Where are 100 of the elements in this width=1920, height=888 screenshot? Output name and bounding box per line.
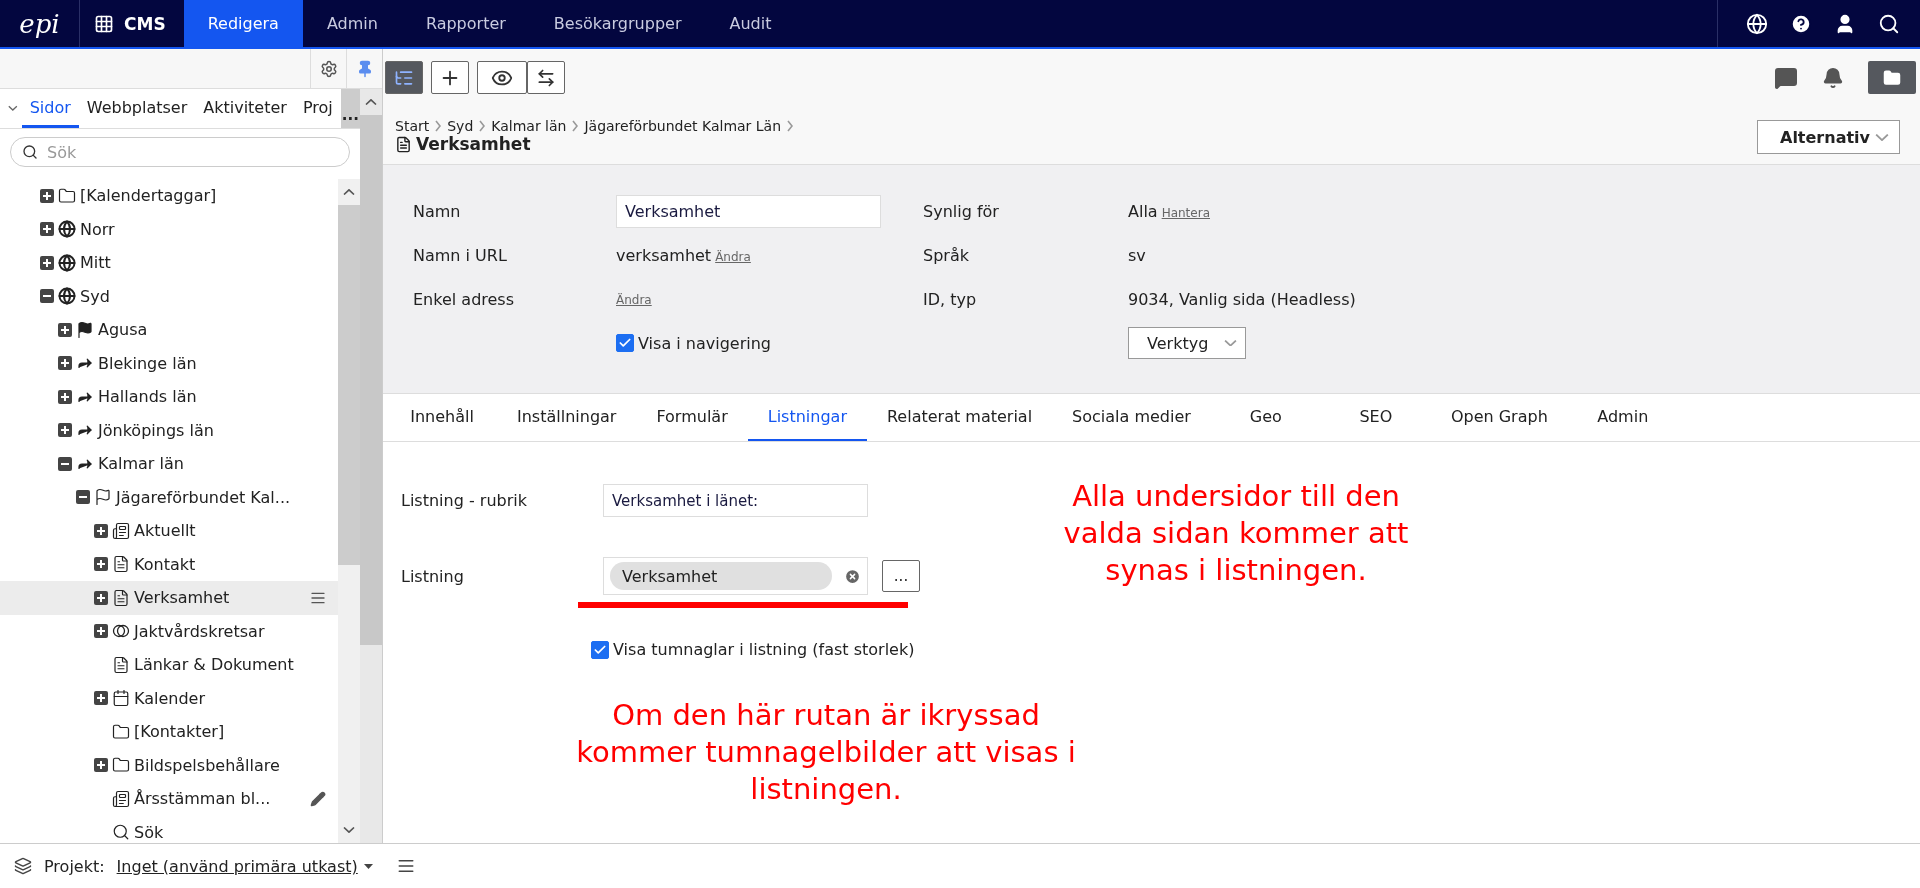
collapse-icon[interactable] — [58, 456, 72, 471]
globe-icon — [58, 253, 76, 272]
project-link[interactable]: Inget (använd primära utkast) — [116, 856, 358, 876]
search-field[interactable]: Sök — [10, 137, 350, 167]
change-link[interactable]: Ändra — [616, 293, 652, 307]
tree-item[interactable]: [Kontakter] — [0, 715, 338, 749]
breadcrumb-link[interactable]: Jägareförbundet Kalmar Län — [584, 118, 782, 134]
expand-icon[interactable] — [94, 590, 108, 605]
folder-icon — [58, 186, 76, 205]
chevron-icon — [1224, 339, 1237, 347]
expand-icon[interactable] — [94, 523, 108, 538]
sidebar-tab[interactable]: Proj — [294, 89, 341, 128]
tree-item[interactable]: Kontakt — [0, 547, 338, 581]
manage-link[interactable]: Hantera — [1161, 205, 1210, 220]
add-button[interactable] — [431, 61, 469, 94]
nav-tab[interactable]: Besökargrupper — [529, 0, 706, 47]
expand-icon[interactable] — [94, 557, 108, 572]
expand-icon[interactable] — [40, 255, 54, 270]
heading-field[interactable]: Verksamhet i länet: — [603, 484, 868, 517]
layers-icon — [14, 857, 32, 875]
change-link[interactable]: Ändra — [715, 249, 751, 264]
tree-item[interactable]: Hallands län — [0, 380, 338, 414]
breadcrumb-link[interactable]: Start — [395, 118, 430, 134]
tree-item[interactable]: Kalmar län — [0, 447, 338, 481]
tools-dropdown[interactable]: Verktyg — [1128, 327, 1246, 359]
tree-item-label: Norr — [80, 219, 116, 239]
tree-item[interactable]: Syd — [0, 279, 338, 313]
folder-icon — [112, 722, 130, 741]
page-picker-field[interactable]: Verksamhet — [603, 557, 868, 595]
checkbox[interactable] — [591, 640, 609, 659]
tree-item-label: Hallands län — [98, 387, 198, 407]
globe-icon — [1746, 12, 1768, 35]
tree-item[interactable]: Aktuellt — [0, 514, 338, 548]
tab[interactable]: Inställningar — [497, 394, 637, 441]
tree-item[interactable]: Verksamhet — [0, 581, 338, 615]
document-icon — [112, 655, 130, 674]
tree-item[interactable]: Mitt — [0, 246, 338, 280]
nav-tab[interactable]: Rapporter — [401, 0, 530, 47]
nav-tab[interactable]: Admin — [302, 0, 402, 47]
expand-icon[interactable] — [58, 356, 72, 371]
tree-item[interactable]: Agusa — [0, 313, 338, 347]
sidebar-tab[interactable]: Sidor — [21, 89, 79, 128]
tree-item[interactable]: Årsstämman bl... — [0, 782, 338, 816]
tab[interactable]: Relaterat material — [866, 394, 1053, 441]
tree-item[interactable]: Jägareförbundet Kal... — [0, 480, 338, 514]
more-button[interactable]: ... — [340, 89, 360, 128]
tree-item[interactable]: Kalender — [0, 681, 338, 715]
tree-item[interactable]: Jaktvårdskretsar — [0, 614, 338, 648]
checkbox[interactable] — [616, 334, 634, 352]
sidebar-tab[interactable]: Webbplatser — [78, 89, 196, 128]
tab[interactable]: Sociala medier — [1052, 394, 1211, 441]
sidebar-tab[interactable]: Aktiviteter — [195, 89, 295, 128]
check-icon — [618, 336, 632, 350]
expand-icon[interactable] — [58, 423, 72, 438]
tree-item[interactable]: [Kalendertaggar] — [0, 179, 338, 213]
document-icon — [112, 555, 130, 574]
tree-view-button[interactable] — [385, 61, 423, 94]
nav-tab[interactable]: Redigera — [183, 0, 303, 47]
page-title: Verksamhet — [416, 134, 531, 154]
compare-button[interactable] — [527, 61, 565, 94]
tab[interactable]: Listningar — [747, 394, 867, 441]
expand-icon[interactable] — [94, 624, 108, 639]
logo[interactable]: epi — [19, 8, 60, 39]
collapse-icon[interactable] — [40, 289, 54, 304]
annotation-text: Alla undersidor till den valda sidan kommer att synas i listningen. — [1062, 478, 1410, 589]
tab[interactable]: SEO — [1320, 394, 1431, 441]
tab[interactable]: Open Graph — [1430, 394, 1568, 441]
tree-item[interactable]: Blekinge län — [0, 346, 338, 380]
tree-item[interactable]: Norr — [0, 212, 338, 246]
collapse-icon[interactable] — [76, 490, 90, 505]
scrollbar-thumb[interactable] — [338, 205, 360, 565]
expand-icon[interactable] — [40, 188, 54, 203]
search-icon — [1878, 12, 1900, 35]
tab[interactable]: Innehåll — [387, 394, 497, 441]
name-field[interactable]: Verksamhet — [616, 194, 881, 228]
tree-item-label: Bildspelsbehållare — [134, 755, 281, 775]
globe-icon — [58, 220, 76, 239]
nav-tab[interactable]: Audit — [705, 0, 796, 47]
folder-button[interactable] — [1868, 61, 1916, 94]
tab[interactable]: Admin — [1567, 394, 1678, 441]
expand-icon[interactable] — [94, 758, 108, 773]
tab[interactable]: Geo — [1210, 394, 1321, 441]
tree-item[interactable]: Länkar & Dokument — [0, 648, 338, 682]
expand-icon[interactable] — [58, 322, 72, 337]
tree-item[interactable]: Sök — [0, 815, 338, 843]
expand-icon[interactable] — [58, 389, 72, 404]
breadcrumb-link[interactable]: Syd — [447, 118, 474, 134]
expand-icon[interactable] — [94, 691, 108, 706]
newspaper-icon — [112, 789, 130, 808]
browse-button[interactable]: ... — [882, 560, 920, 592]
options-button[interactable]: Alternativ — [1757, 120, 1900, 154]
tab[interactable]: Formulär — [636, 394, 748, 441]
tree-item[interactable]: Bildspelsbehållare — [0, 748, 338, 782]
expand-icon[interactable] — [40, 222, 54, 237]
scrollbar-thumb[interactable] — [360, 115, 382, 645]
arrows-icon — [536, 67, 556, 88]
tree-item-label: Blekinge län — [98, 353, 198, 373]
tree-item[interactable]: Jönköpings län — [0, 413, 338, 447]
preview-button[interactable] — [477, 61, 527, 94]
breadcrumb-link[interactable]: Kalmar län — [491, 118, 567, 134]
